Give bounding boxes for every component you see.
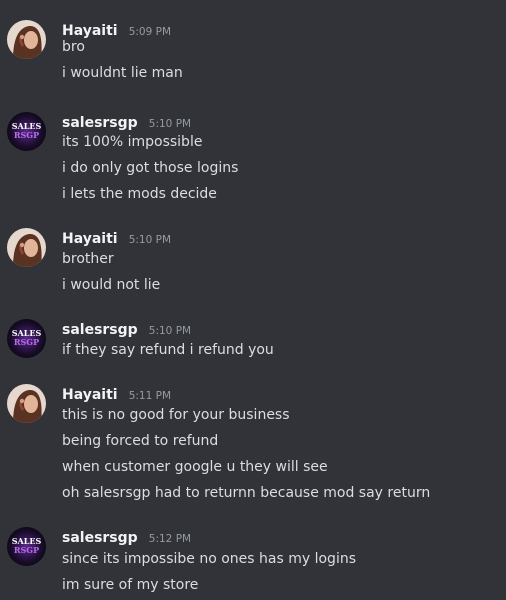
svg-text:RSGP: RSGP bbox=[14, 130, 39, 140]
message-header: salesrsgp 5:10 PM bbox=[62, 319, 191, 339]
message-line: im sure of my store bbox=[62, 577, 199, 593]
message-line: brother bbox=[62, 251, 114, 267]
message-content: if they say refund i refund you bbox=[62, 337, 274, 363]
username[interactable]: Hayaiti bbox=[62, 231, 118, 247]
woman-portrait-avatar-icon[interactable] bbox=[7, 228, 46, 267]
message-line: this is no good for your business bbox=[62, 407, 290, 423]
timestamp: 5:12 PM bbox=[148, 533, 192, 545]
message-line: if they say refund i refund you bbox=[62, 342, 274, 358]
message-line: i would not lie bbox=[62, 277, 161, 293]
message-line: oh salesrsgp had to returnn because mod … bbox=[62, 485, 431, 501]
message-group: SALES RSGP salesrsgp 5:10 PM if they say… bbox=[0, 319, 506, 365]
svg-text:RSGP: RSGP bbox=[14, 545, 39, 555]
message-line: bro bbox=[62, 39, 85, 55]
message-content: its 100% impossible i do only got those … bbox=[62, 129, 238, 207]
message-line: i wouldnt lie man bbox=[62, 65, 183, 81]
woman-portrait-avatar-icon[interactable] bbox=[7, 20, 46, 59]
message-group: SALES RSGP salesrsgp 5:10 PM its 100% im… bbox=[0, 112, 506, 208]
sales-rsgp-logo-avatar-icon[interactable]: SALES RSGP bbox=[7, 527, 46, 566]
username[interactable]: salesrsgp bbox=[62, 530, 138, 546]
sales-rsgp-logo-avatar-icon[interactable]: SALES RSGP bbox=[7, 319, 46, 358]
message-header: Hayaiti 5:11 PM bbox=[62, 384, 171, 404]
username[interactable]: salesrsgp bbox=[62, 322, 138, 338]
message-line: since its impossibe no ones has my login… bbox=[62, 551, 356, 567]
woman-portrait-avatar-icon[interactable] bbox=[7, 384, 46, 423]
message-content: since its impossibe no ones has my login… bbox=[62, 546, 356, 598]
message-group: Hayaiti 5:09 PM bro i wouldnt lie man bbox=[0, 20, 506, 92]
message-group: SALES RSGP salesrsgp 5:12 PM since its i… bbox=[0, 527, 506, 599]
message-content: bro i wouldnt lie man bbox=[62, 34, 183, 86]
username[interactable]: Hayaiti bbox=[62, 387, 118, 403]
message-line: being forced to refund bbox=[62, 433, 219, 449]
message-content: this is no good for your business being … bbox=[62, 402, 430, 506]
timestamp: 5:10 PM bbox=[148, 325, 192, 337]
chat-message-list: Hayaiti 5:09 PM bro i wouldnt lie man SA… bbox=[0, 0, 506, 600]
message-line: when customer google u they will see bbox=[62, 459, 328, 475]
message-header: salesrsgp 5:12 PM bbox=[62, 527, 191, 547]
message-group: Hayaiti 5:11 PM this is no good for your… bbox=[0, 384, 506, 508]
message-line: i do only got those logins bbox=[62, 160, 239, 176]
message-content: brother i would not lie bbox=[62, 246, 160, 298]
message-line: its 100% impossible bbox=[62, 134, 203, 150]
sales-rsgp-logo-avatar-icon[interactable]: SALES RSGP bbox=[7, 112, 46, 151]
timestamp: 5:11 PM bbox=[128, 390, 172, 402]
message-line: i lets the mods decide bbox=[62, 186, 217, 202]
svg-text:RSGP: RSGP bbox=[14, 337, 39, 347]
timestamp: 5:10 PM bbox=[128, 234, 172, 246]
message-header: Hayaiti 5:10 PM bbox=[62, 228, 171, 248]
message-group: Hayaiti 5:10 PM brother i would not lie bbox=[0, 228, 506, 300]
